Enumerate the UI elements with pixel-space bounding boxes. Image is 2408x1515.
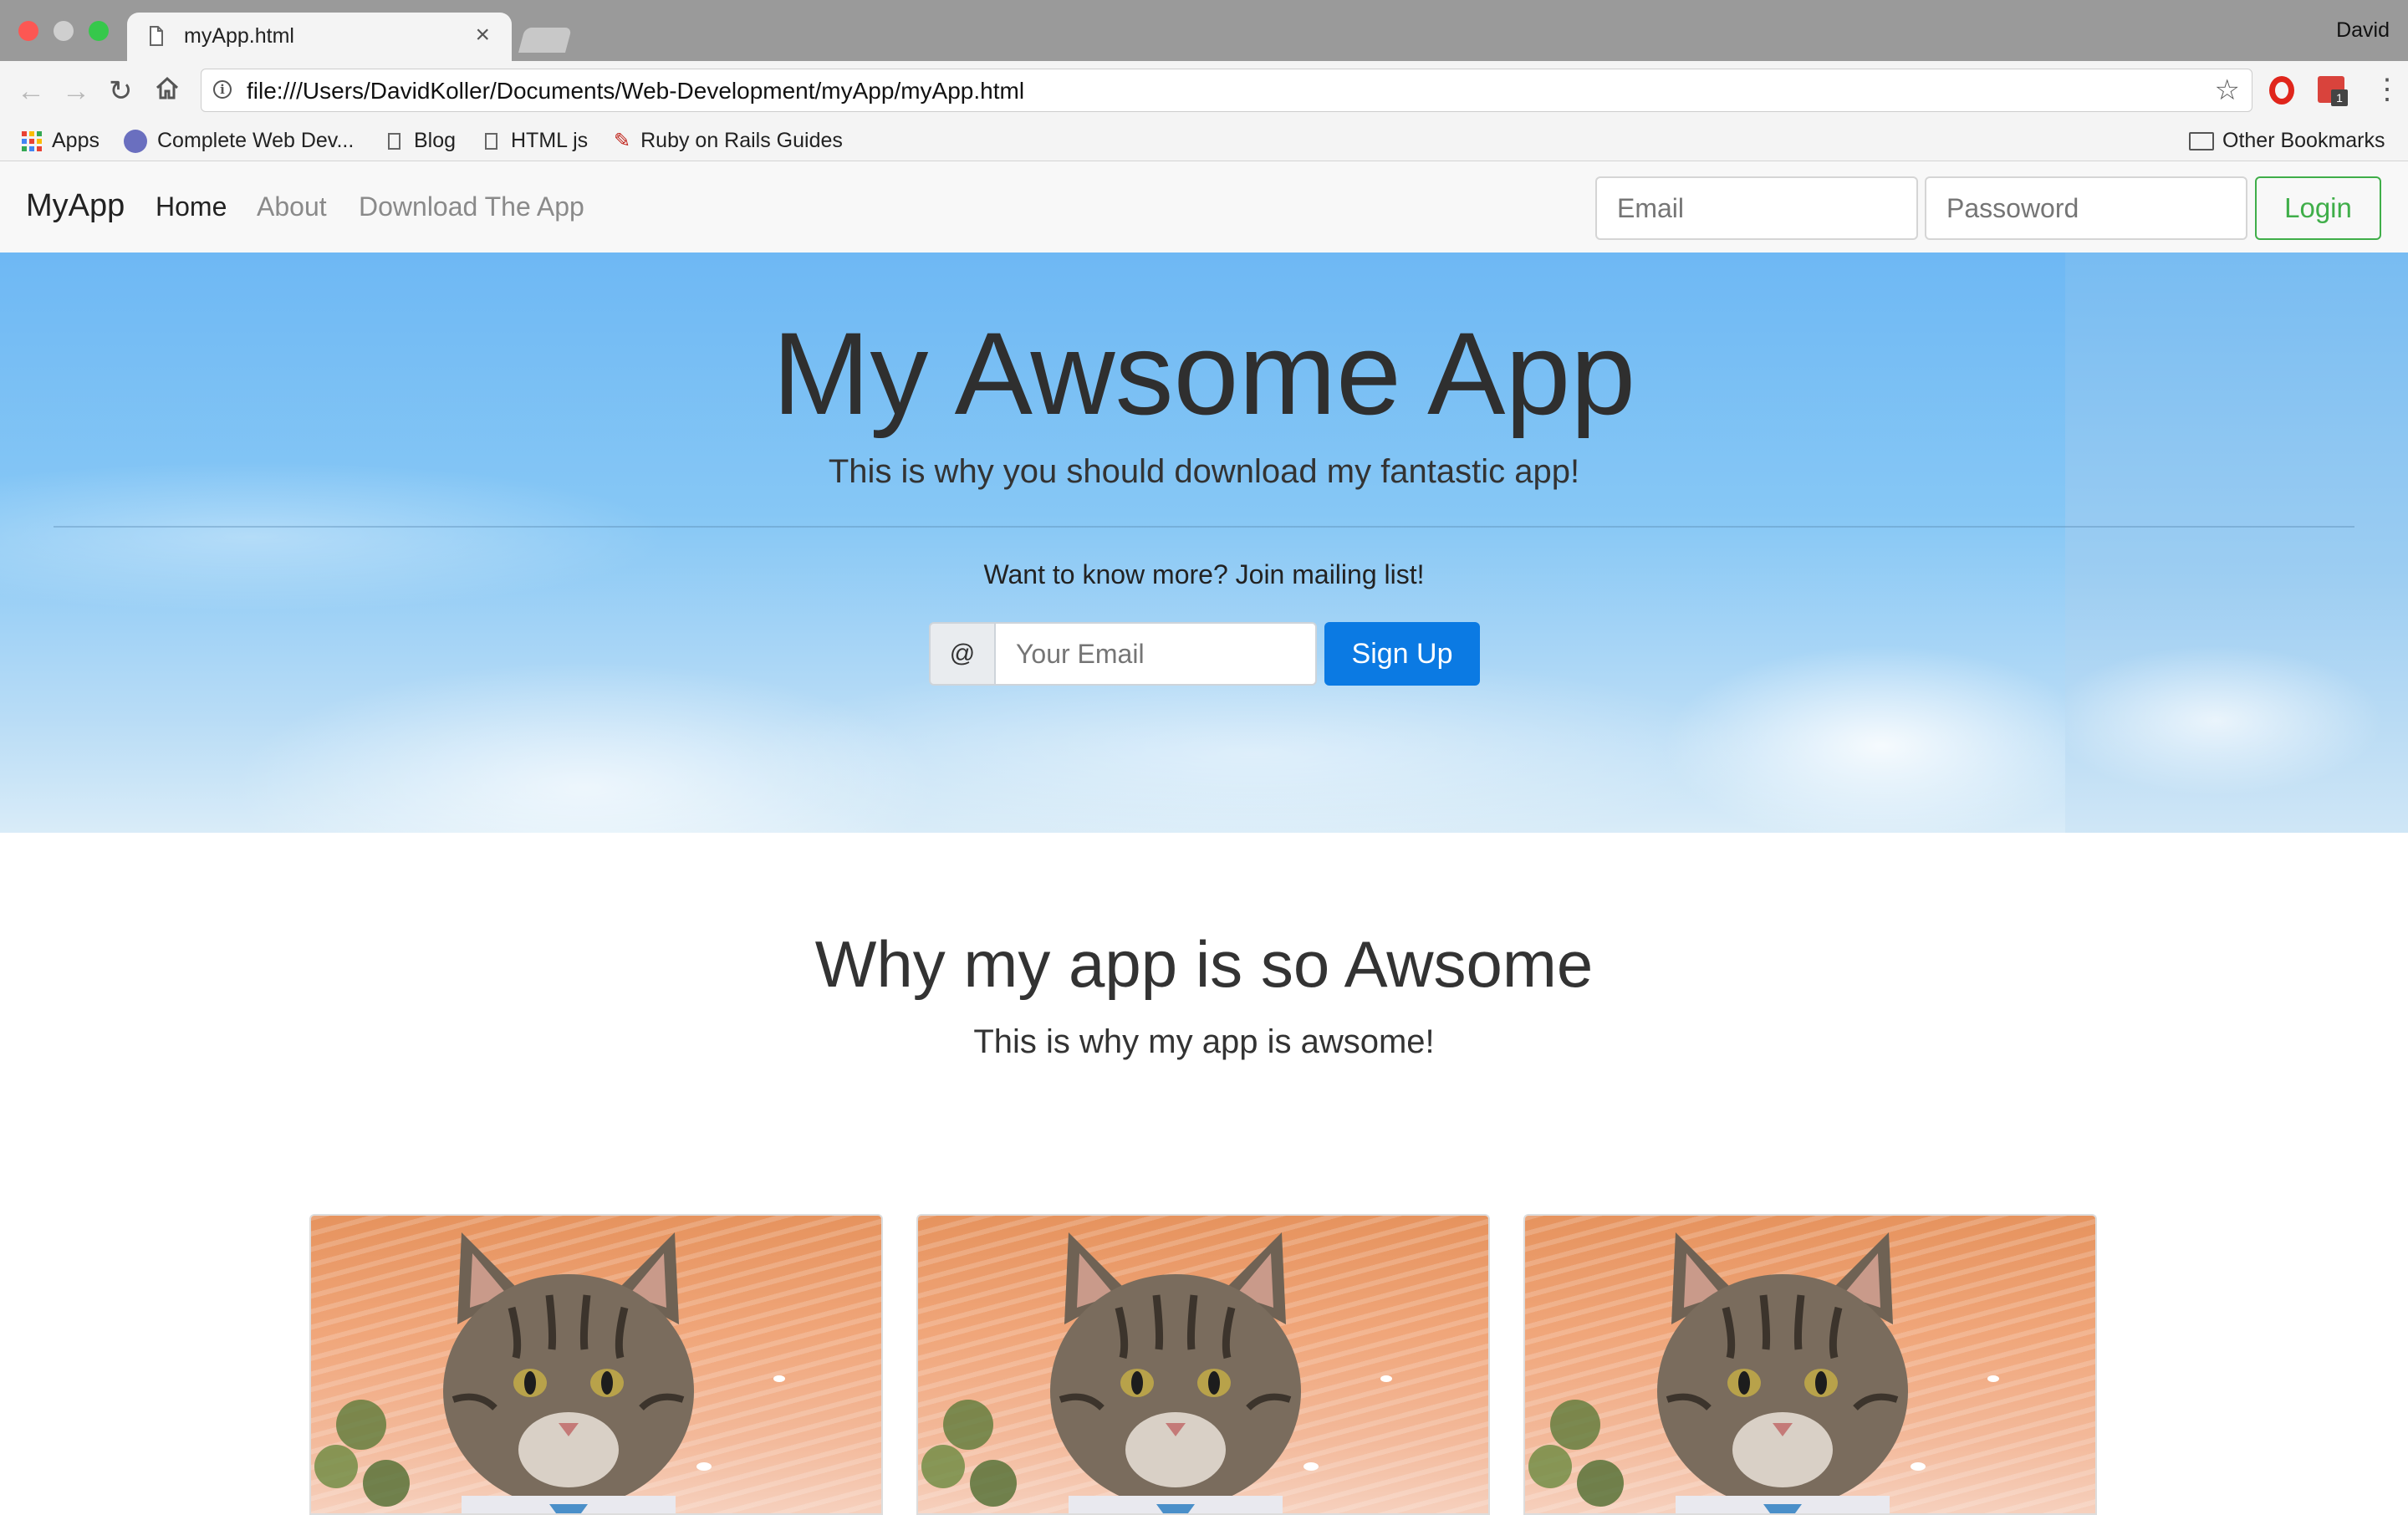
profile-name[interactable]: David — [2336, 18, 2390, 43]
bookmark-html-js[interactable]: HTML js — [485, 129, 588, 153]
bookmark-apps[interactable]: Apps — [22, 129, 99, 153]
bookmark-rails-guides[interactable]: ✎ Ruby on Rails Guides — [614, 129, 843, 153]
login-email-input[interactable] — [1595, 176, 1918, 240]
close-icon[interactable]: × — [475, 21, 490, 49]
cat-image — [1528, 1232, 1999, 1513]
hero-subtitle: This is why you should download my fanta… — [828, 453, 1580, 490]
other-bookmarks[interactable]: Other Bookmarks — [2189, 129, 2385, 153]
tab-title: myApp.html — [184, 24, 294, 48]
bookmark-blog[interactable]: Blog — [388, 129, 456, 153]
forward-icon[interactable]: → — [62, 76, 90, 106]
bookmark-complete-web-dev[interactable]: Complete Web Dev... — [124, 129, 355, 154]
mailing-email-input[interactable] — [994, 622, 1317, 686]
bookmark-label: Blog — [414, 129, 457, 152]
folder-icon — [2189, 132, 2214, 151]
bookmark-label: HTML js — [511, 129, 589, 152]
browser-toolbar: ← → ↻ i file:///Users/DavidKoller/Docume… — [0, 61, 2408, 122]
file-icon — [388, 133, 400, 150]
feature-card[interactable] — [1523, 1214, 2097, 1515]
mailing-list-text: Want to know more? Join mailing list! — [983, 559, 1425, 589]
bookmark-label: Ruby on Rails Guides — [640, 129, 843, 152]
sign-up-button[interactable]: Sign Up — [1324, 622, 1480, 686]
minimize-window-button[interactable] — [54, 21, 74, 41]
home-icon[interactable] — [154, 74, 181, 101]
at-addon: @ — [929, 622, 996, 686]
extension-badge: 1 — [2331, 89, 2348, 106]
opera-icon[interactable] — [2269, 76, 2294, 105]
info-icon[interactable]: i — [213, 80, 232, 99]
rails-icon: ✎ — [614, 130, 631, 152]
nav-link-home[interactable]: Home — [156, 191, 227, 222]
browser-tab[interactable]: myApp.html × — [127, 13, 512, 61]
back-icon[interactable]: ← — [17, 76, 45, 106]
apps-grid-icon — [22, 131, 42, 152]
close-window-button[interactable] — [18, 21, 38, 41]
login-button[interactable]: Login — [2255, 176, 2381, 240]
reload-icon[interactable]: ↻ — [109, 76, 133, 106]
feature-card[interactable] — [309, 1214, 883, 1515]
maximize-window-button[interactable] — [89, 21, 109, 41]
nav-link-download[interactable]: Download The App — [359, 191, 584, 222]
new-tab-button[interactable] — [518, 28, 573, 53]
other-bookmarks-label: Other Bookmarks — [2222, 129, 2385, 152]
hero-section: My Awsome App This is why you should dow… — [0, 252, 2408, 833]
features-subtitle: This is why my app is awsome! — [973, 1023, 1435, 1060]
file-icon — [485, 133, 497, 150]
features-title: Why my app is so Awsome — [814, 927, 1594, 1001]
hero-title: My Awsome App — [772, 308, 1636, 439]
bookmarks-bar: Apps Complete Web Dev... Blog HTML js ✎ R… — [0, 122, 2408, 161]
hero-divider — [54, 526, 2354, 528]
feature-card[interactable] — [916, 1214, 1490, 1515]
brand-logo[interactable]: MyApp — [26, 188, 125, 224]
course-icon — [124, 130, 147, 154]
file-icon — [150, 26, 163, 46]
bookmark-label: Apps — [52, 129, 99, 152]
site-navbar: MyApp Home About Download The App Login — [0, 161, 2408, 252]
nav-link-about[interactable]: About — [257, 191, 327, 222]
star-icon[interactable]: ☆ — [2215, 74, 2240, 107]
cat-image — [921, 1232, 1392, 1513]
browser-titlebar: myApp.html × David — [0, 0, 2408, 61]
address-bar[interactable]: i file:///Users/DavidKoller/Documents/We… — [201, 69, 2252, 112]
calendar-extension-icon[interactable]: 1 — [2318, 76, 2348, 106]
login-password-input[interactable] — [1925, 176, 2247, 240]
menu-icon[interactable]: ⋮ — [2373, 73, 2401, 106]
cat-image — [314, 1232, 785, 1513]
bookmark-label: Complete Web Dev... — [157, 129, 355, 152]
url-text[interactable]: file:///Users/DavidKoller/Documents/Web-… — [247, 78, 1024, 105]
